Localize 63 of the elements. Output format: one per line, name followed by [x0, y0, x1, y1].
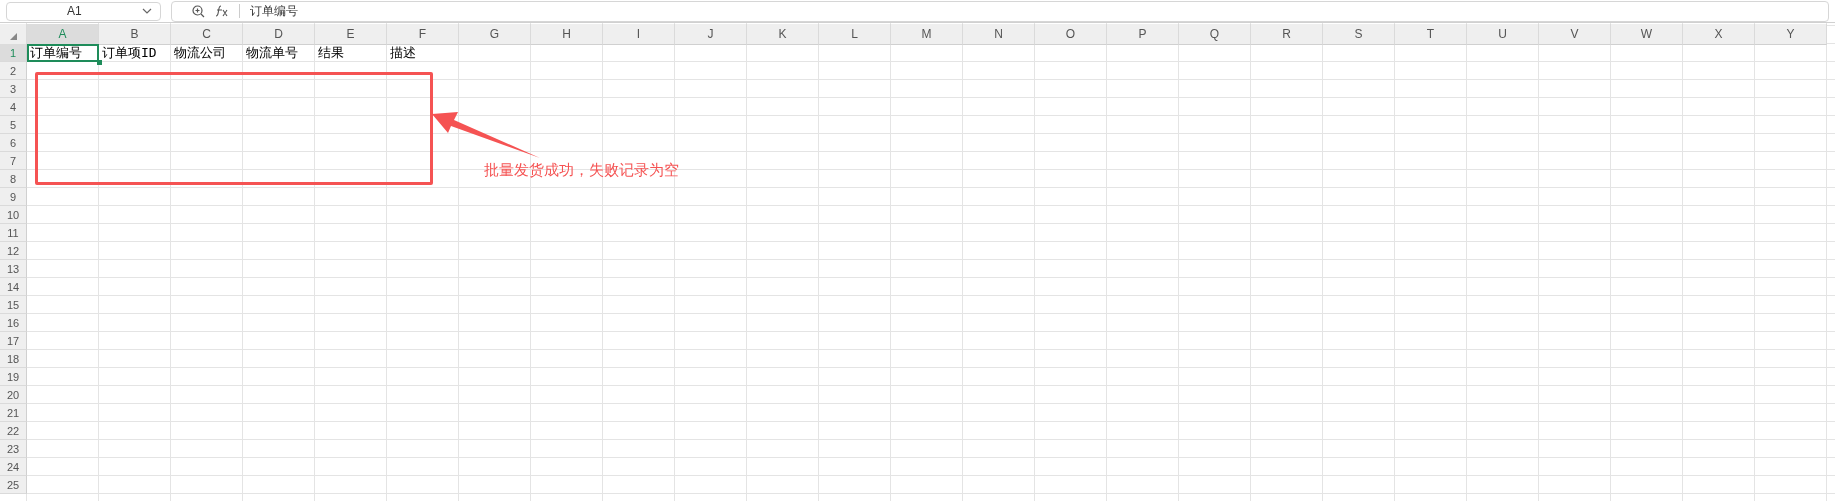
column-header[interactable]: M [891, 24, 963, 45]
column-header[interactable]: H [531, 24, 603, 45]
row-header[interactable]: 18 [0, 350, 27, 368]
row-header[interactable]: 11 [0, 224, 27, 242]
chevron-down-icon [142, 8, 152, 14]
column-header[interactable]: O [1035, 24, 1107, 45]
row-header[interactable]: 5 [0, 116, 27, 134]
row-header[interactable]: 13 [0, 260, 27, 278]
row-header[interactable]: 16 [0, 314, 27, 332]
formula-value: 订单编号 [250, 2, 298, 20]
row-header[interactable]: 6 [0, 134, 27, 152]
row-header[interactable]: 23 [0, 440, 27, 458]
row-header[interactable]: 20 [0, 386, 27, 404]
name-box[interactable]: A1 [6, 1, 161, 21]
column-header[interactable]: G [459, 24, 531, 45]
row-header[interactable]: 22 [0, 422, 27, 440]
table-cell[interactable]: 描述 [387, 44, 459, 62]
row-header[interactable]: 9 [0, 188, 27, 206]
formula-bar[interactable]: 订单编号 [171, 0, 1829, 22]
column-header[interactable]: C [171, 24, 243, 45]
table-cell[interactable]: 结果 [315, 44, 387, 62]
row-header[interactable]: 3 [0, 80, 27, 98]
column-header[interactable]: Y [1755, 24, 1827, 45]
annotation-text: 批量发货成功，失败记录为空 [484, 161, 679, 180]
row-header[interactable]: 14 [0, 278, 27, 296]
row-header[interactable]: 10 [0, 206, 27, 224]
column-header[interactable]: T [1395, 24, 1467, 45]
row-header[interactable]: 8 [0, 170, 27, 188]
column-header[interactable]: U [1467, 24, 1539, 45]
table-cell[interactable]: 物流单号 [243, 44, 315, 62]
column-header[interactable]: K [747, 24, 819, 45]
table-cell[interactable]: 订单编号 [27, 44, 99, 62]
column-header[interactable]: W [1611, 24, 1683, 45]
column-header[interactable]: B [99, 24, 171, 45]
column-header[interactable]: I [603, 24, 675, 45]
row-header[interactable]: 15 [0, 296, 27, 314]
column-header[interactable]: J [675, 24, 747, 45]
function-icon[interactable] [215, 5, 229, 17]
column-header[interactable]: Q [1179, 24, 1251, 45]
column-header[interactable]: F [387, 24, 459, 45]
column-header[interactable]: R [1251, 24, 1323, 45]
column-header[interactable]: S [1323, 24, 1395, 45]
fill-handle[interactable] [97, 60, 102, 65]
row-header[interactable]: 2 [0, 62, 27, 80]
zoom-in-icon[interactable] [192, 4, 205, 18]
row-header[interactable]: 25 [0, 476, 27, 494]
column-header[interactable]: L [819, 24, 891, 45]
select-all-icon[interactable] [9, 33, 17, 40]
column-header[interactable]: N [963, 24, 1035, 45]
table-cell[interactable]: 物流公司 [171, 44, 243, 62]
row-header[interactable]: 12 [0, 242, 27, 260]
column-header[interactable]: X [1683, 24, 1755, 45]
row-header[interactable]: 21 [0, 404, 27, 422]
row-header[interactable]: 19 [0, 368, 27, 386]
column-header[interactable]: P [1107, 24, 1179, 45]
row-header[interactable]: 7 [0, 152, 27, 170]
row-header[interactable]: 24 [0, 458, 27, 476]
column-header[interactable]: V [1539, 24, 1611, 45]
table-cell[interactable]: 订单项ID [99, 44, 171, 62]
row-header[interactable]: 4 [0, 98, 27, 116]
column-header[interactable]: D [243, 24, 315, 45]
column-header[interactable]: E [315, 24, 387, 45]
row-header[interactable]: 17 [0, 332, 27, 350]
